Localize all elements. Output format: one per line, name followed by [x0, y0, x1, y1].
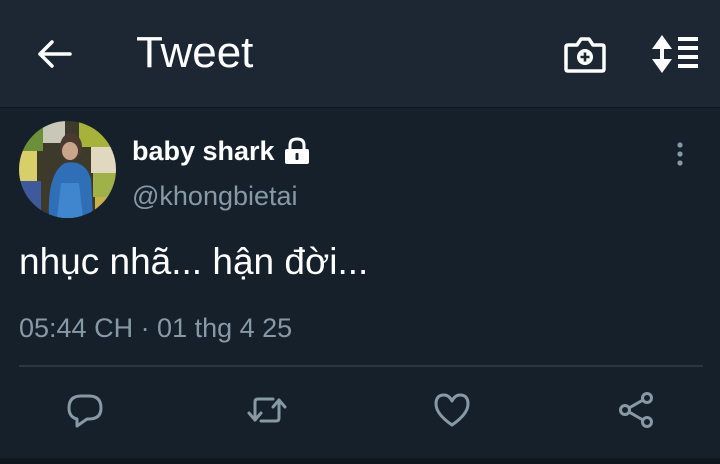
lock-icon: [284, 137, 309, 164]
avatar[interactable]: [19, 121, 116, 218]
user-handle[interactable]: @khongbietai: [132, 181, 298, 212]
author-row: baby shark: [132, 134, 312, 168]
arrow-left-icon[interactable]: [34, 36, 74, 72]
like-heart-icon[interactable]: [432, 390, 472, 430]
camera-plus-icon[interactable]: [564, 35, 606, 73]
more-options-icon[interactable]: [670, 140, 690, 170]
display-name[interactable]: baby shark: [132, 136, 275, 167]
retweet-icon[interactable]: [247, 390, 287, 430]
tweet-text: nhục nhã... hận đời...: [19, 241, 369, 282]
divider: [19, 365, 703, 367]
sort-list-icon[interactable]: [650, 34, 700, 74]
avatar-image: [19, 121, 116, 218]
tweet-timestamp: 05:44 CH · 01 thg 4 25: [19, 313, 293, 343]
page-title: Tweet: [136, 28, 254, 77]
top-app-bar: Tweet: [0, 0, 720, 108]
reply-icon[interactable]: [65, 390, 105, 430]
bottom-divider: [0, 458, 720, 464]
share-icon[interactable]: [616, 390, 656, 430]
